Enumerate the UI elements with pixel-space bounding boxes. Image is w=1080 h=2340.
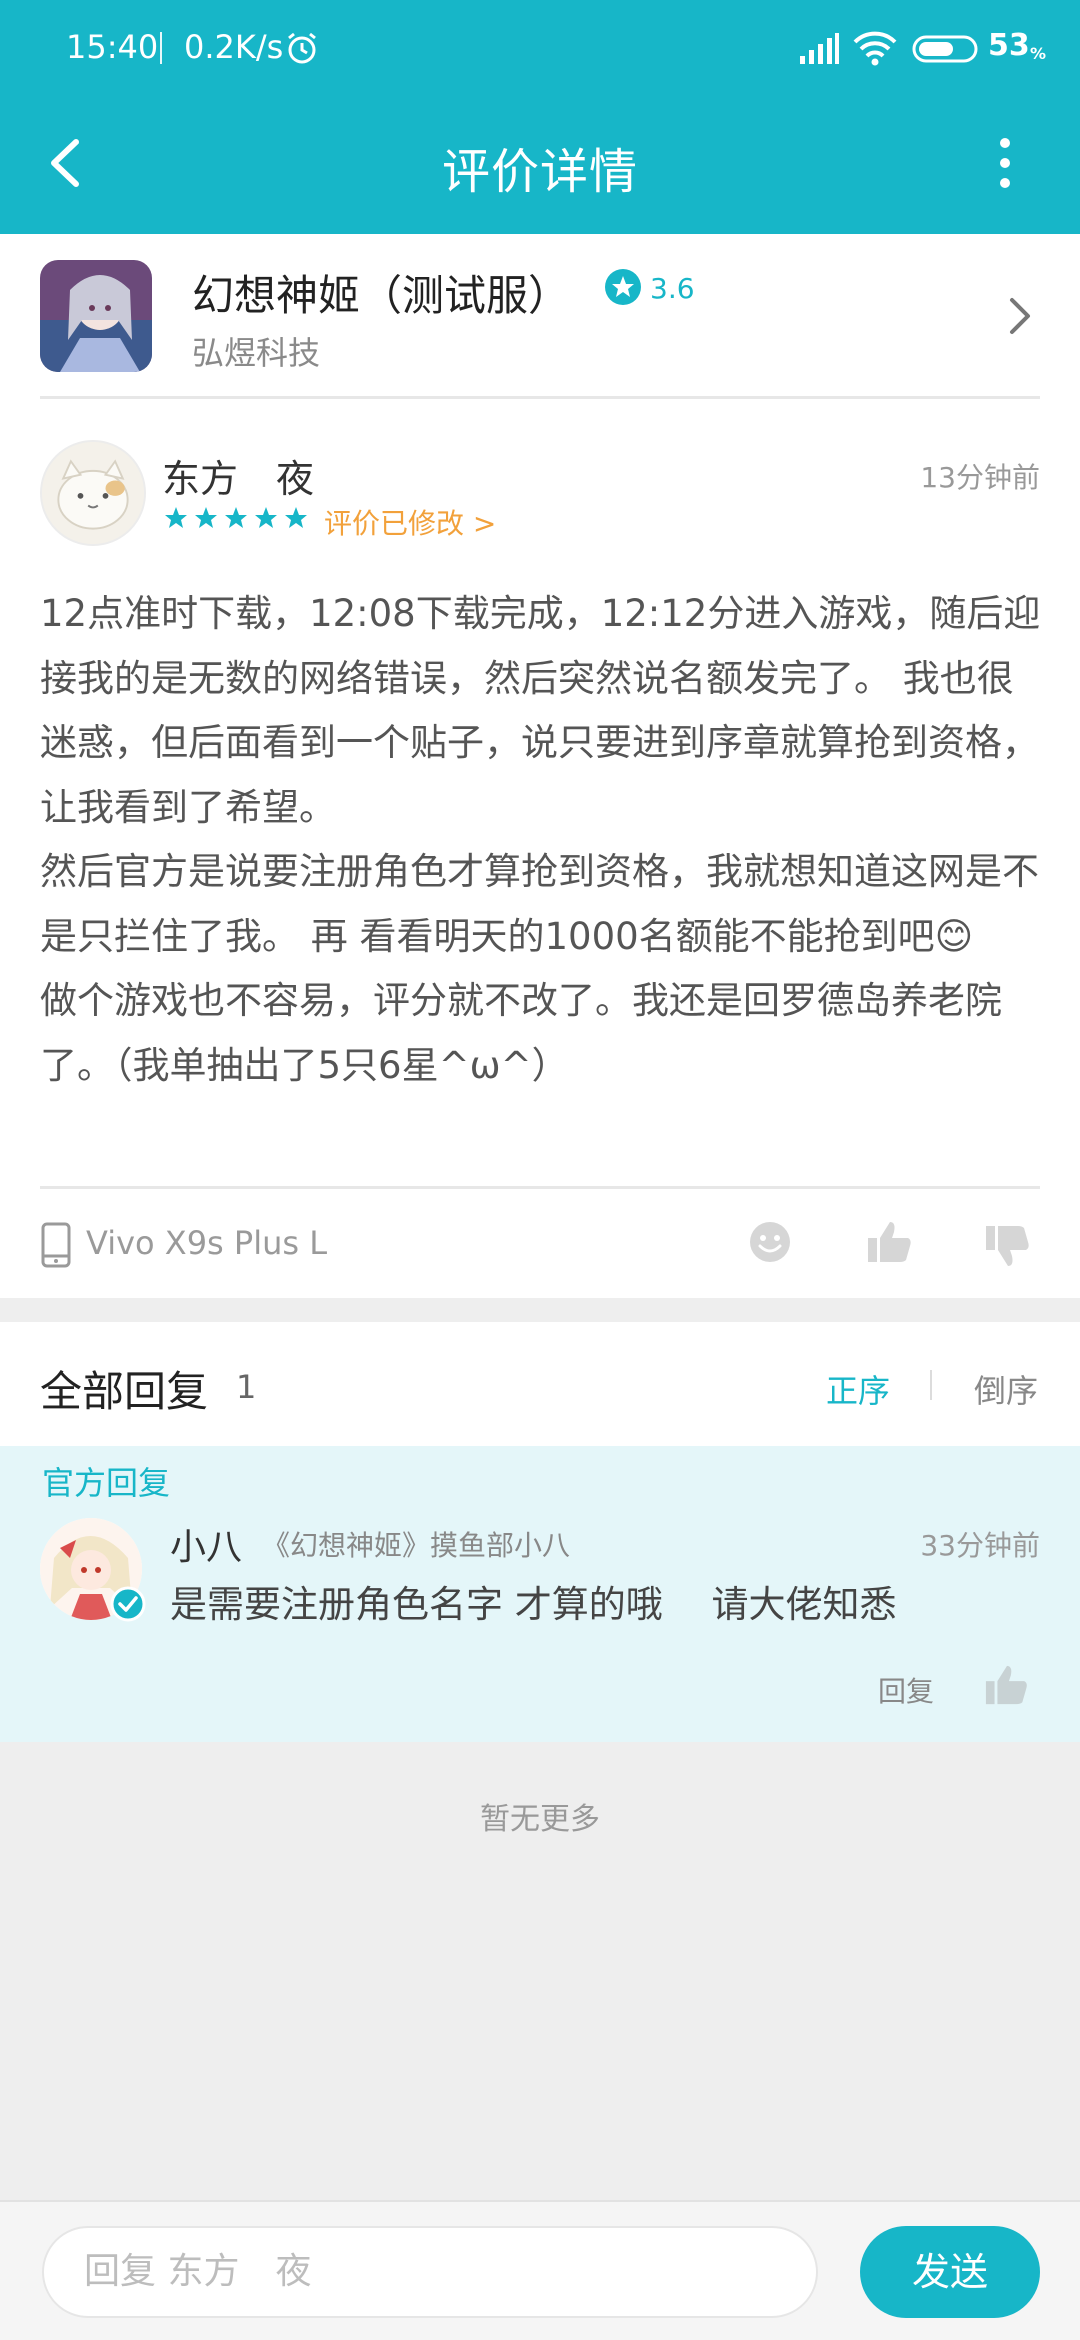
replies-count: 1 bbox=[236, 1368, 257, 1406]
emoji-reaction-icon[interactable] bbox=[748, 1220, 792, 1264]
replier-name[interactable]: 小八 bbox=[170, 1518, 242, 1570]
game-icon[interactable] bbox=[40, 260, 152, 372]
page-title: 评价详情 bbox=[441, 144, 638, 200]
status-bar: 15:40 0.2K/s 53 % bbox=[0, 0, 1080, 98]
device-model: Vivo X9s Plus L bbox=[86, 1224, 328, 1262]
game-rating: 3.6 bbox=[650, 272, 695, 305]
status-time: 15:40 bbox=[66, 28, 159, 66]
reply-text: 是需要注册角色名字 才算的哦 请大佬知悉 bbox=[170, 1583, 897, 1626]
sort-separator bbox=[930, 1370, 932, 1400]
review-time: 13分钟前 bbox=[920, 461, 1040, 494]
game-publisher: 弘煜科技 bbox=[192, 334, 321, 372]
star-badge-icon bbox=[605, 269, 641, 305]
thumbs-up-icon[interactable] bbox=[866, 1218, 914, 1266]
signal-icon bbox=[800, 33, 839, 64]
reviewer-avatar[interactable] bbox=[40, 440, 146, 546]
thumbs-down-icon[interactable] bbox=[984, 1222, 1032, 1270]
phone-icon bbox=[41, 1222, 71, 1268]
official-reply-label: 官方回复 bbox=[42, 1464, 171, 1502]
verified-badge-icon bbox=[110, 1586, 146, 1622]
battery-level: 53 bbox=[988, 28, 1030, 63]
battery-icon bbox=[912, 35, 978, 63]
review-body: 12点准时下载，12:08下载完成，12:12分进入游戏，随后迎接我的是无数的网… bbox=[40, 592, 1041, 1087]
thumbs-up-icon[interactable] bbox=[984, 1662, 1030, 1708]
reply-time: 33分钟前 bbox=[920, 1529, 1040, 1562]
status-separator bbox=[160, 32, 162, 64]
battery-unit: % bbox=[1030, 44, 1047, 63]
reviewer-name[interactable]: 东方 夜 bbox=[162, 448, 314, 503]
replier-role: 《幻想神姬》摸鱼部小八 bbox=[262, 1529, 571, 1562]
reply-button[interactable]: 回复 bbox=[878, 1670, 934, 1710]
no-more-text: 暂无更多 bbox=[480, 1802, 600, 1837]
game-title[interactable]: 幻想神姬（测试服） bbox=[192, 262, 570, 323]
wifi-icon bbox=[853, 31, 897, 66]
chevron-right-icon[interactable] bbox=[1004, 294, 1036, 338]
sort-ascending-button[interactable]: 正序 bbox=[826, 1366, 890, 1412]
reply-input[interactable]: 回复 东方 夜 bbox=[42, 2226, 818, 2318]
five-star-rating bbox=[165, 507, 307, 528]
replies-title: 全部回复 bbox=[40, 1367, 209, 1416]
title-bar: 评价详情 bbox=[0, 98, 1080, 234]
sort-descending-button[interactable]: 倒序 bbox=[974, 1366, 1038, 1412]
review-modified-link[interactable]: 评价已修改 > bbox=[324, 502, 496, 542]
status-net-speed: 0.2K/s bbox=[184, 28, 284, 66]
alarm-icon bbox=[288, 32, 316, 64]
divider bbox=[40, 396, 1040, 399]
divider bbox=[40, 1186, 1040, 1189]
send-button[interactable]: 发送 bbox=[860, 2226, 1040, 2318]
more-menu-icon[interactable] bbox=[980, 128, 1030, 198]
